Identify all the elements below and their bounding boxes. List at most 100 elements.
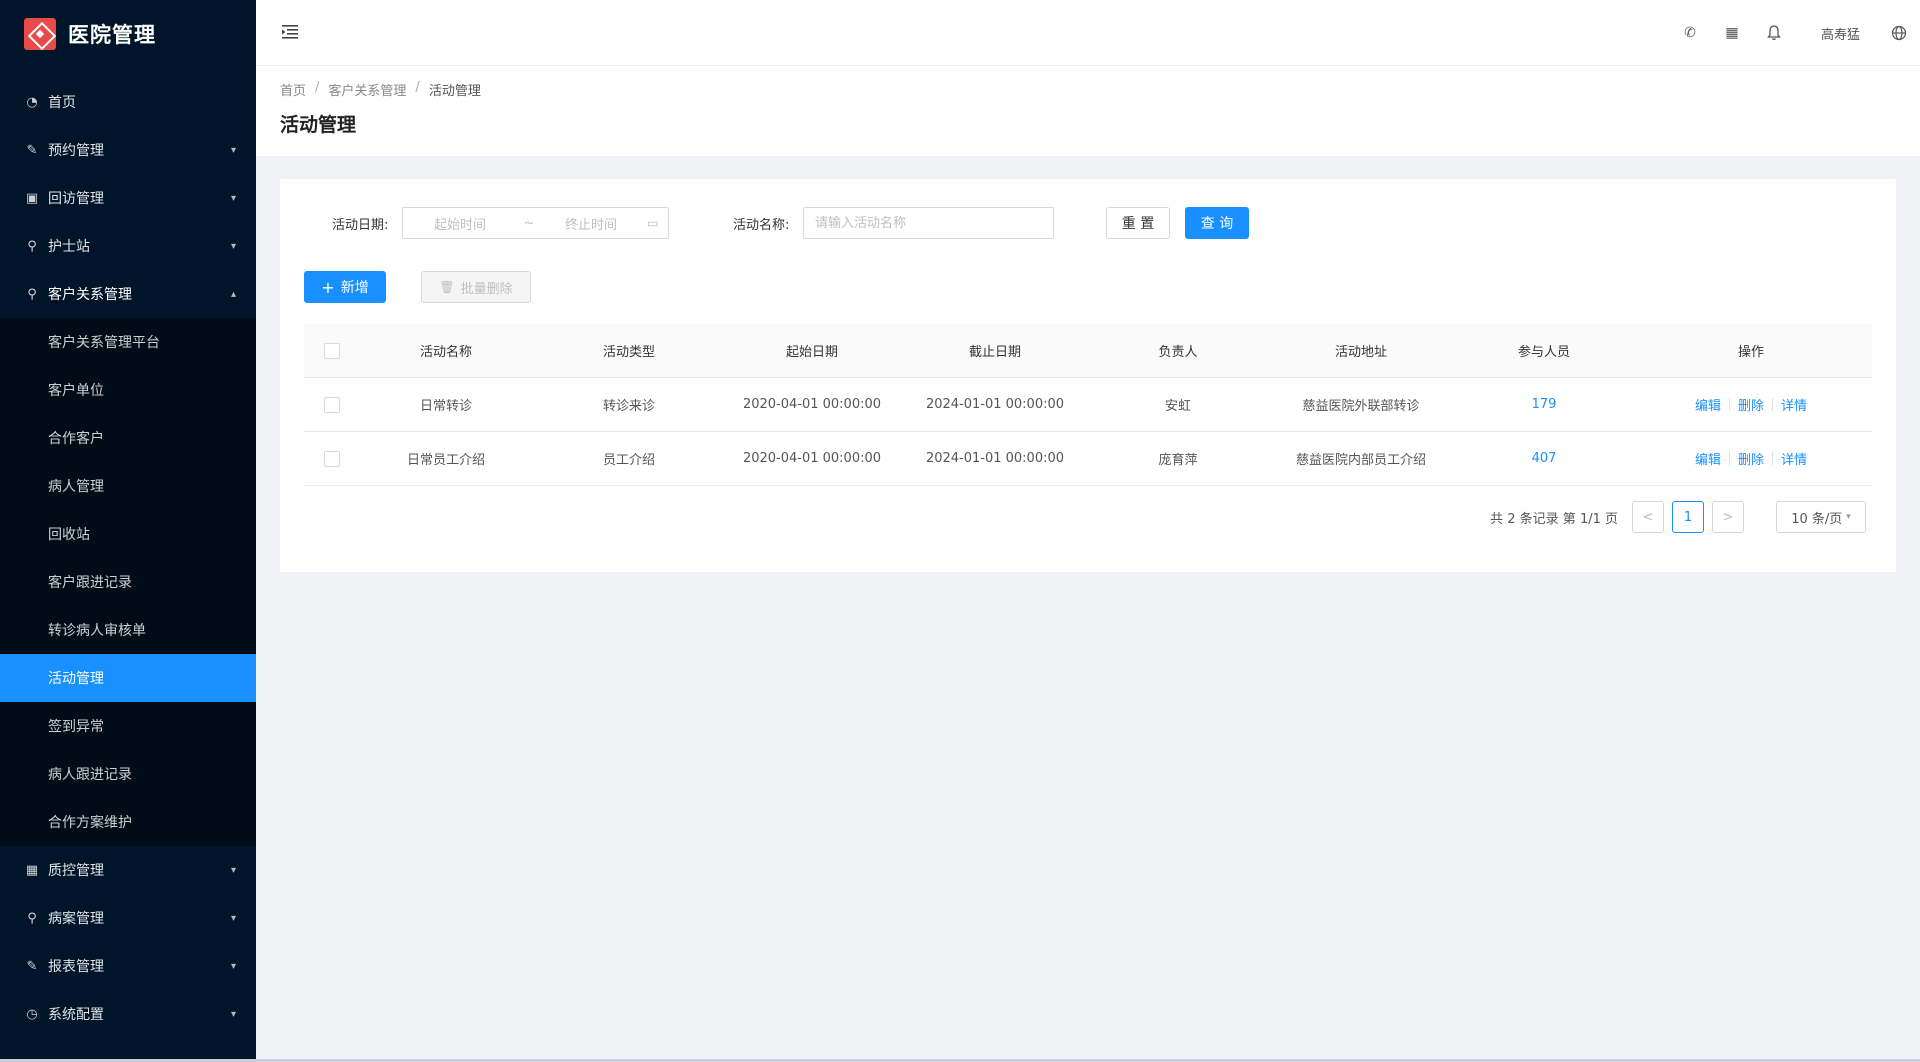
sidebar-menu: ◔ 首页 ✎ 预约管理 ▾ ▣ 回访管理 ▾ ⚲ 护士站 ▾ ⚲ 客户关系管理 … (0, 68, 256, 1038)
chevron-down-icon: ▾ (230, 192, 236, 204)
activity-name-cell: 日常转诊 (419, 399, 472, 414)
sidebar-item-label: 护士站 (48, 239, 90, 255)
submenu-item-client-unit[interactable]: 客户单位 (0, 366, 256, 414)
activity-name-cell: 日常员工介绍 (406, 453, 485, 468)
breadcrumb-home[interactable]: 首页 (280, 80, 306, 99)
page-size-value: 10 条/页 (1791, 511, 1843, 527)
edit-link[interactable]: 编辑 (1695, 395, 1721, 414)
submenu-item-partner-client[interactable]: 合作客户 (0, 414, 256, 462)
gauge-icon: ◷ (26, 1006, 38, 1022)
next-page-button[interactable]: > (1712, 501, 1744, 533)
hospital-logo-icon (24, 18, 56, 50)
apps-icon[interactable]: ▦ (1711, 0, 1753, 66)
start-date-input[interactable]: 起始时间 (403, 214, 517, 233)
sidebar-item-quality-control[interactable]: ▦ 质控管理 ▾ (0, 846, 256, 894)
submenu-item-patient-management[interactable]: 病人管理 (0, 462, 256, 510)
end-date-input[interactable]: 终止时间 (541, 214, 641, 233)
op-divider (1728, 452, 1730, 465)
name-filter-label: 活动名称: (733, 218, 790, 233)
submenu-item-activity-management[interactable]: 活动管理 (0, 654, 256, 702)
submenu-item-crm-platform[interactable]: 客户关系管理平台 (0, 318, 256, 366)
edit-icon: ✎ (26, 142, 38, 158)
page-number-button[interactable]: 1 (1672, 501, 1704, 533)
phone-icon[interactable]: ✆ (1669, 0, 1711, 66)
op-divider (1772, 452, 1773, 465)
calendar-icon: ▭ (647, 216, 659, 230)
submenu-item-checkin-exception[interactable]: 签到异常 (0, 702, 256, 750)
column-header: 起始日期 (785, 345, 838, 360)
breadcrumb-separator: / (415, 80, 420, 95)
logo[interactable]: 医院管理 (0, 0, 256, 68)
breadcrumb-crm[interactable]: 客户关系管理 (328, 80, 406, 99)
chevron-down-icon: ▾ (230, 912, 236, 924)
activity-type-cell: 员工介绍 (602, 453, 655, 468)
participants-link[interactable]: 179 (1458, 397, 1630, 412)
table-row: 日常转诊 转诊来诊 2020-04-01 00:00:00 2024-01-01… (304, 378, 1872, 432)
operations-cell: 编辑 删除 详情 (1630, 449, 1872, 468)
submenu-item-referral-review[interactable]: 转诊病人审核单 (0, 606, 256, 654)
select-all-checkbox[interactable] (324, 342, 340, 359)
sidebar-item-nurse-station[interactable]: ⚲ 护士站 ▾ (0, 222, 256, 270)
detail-link[interactable]: 详情 (1781, 449, 1807, 468)
delete-link[interactable]: 删除 (1738, 395, 1764, 414)
delete-link[interactable]: 删除 (1738, 449, 1764, 468)
submenu-item-cooperation-plan[interactable]: 合作方案维护 (0, 798, 256, 846)
start-date-cell: 2020-04-01 00:00:00 (742, 451, 882, 466)
breadcrumb: 首页 / 客户关系管理 / 活动管理 (280, 80, 481, 99)
sidebar-item-home[interactable]: ◔ 首页 (0, 78, 256, 126)
participants-link[interactable]: 407 (1458, 451, 1630, 466)
user-name[interactable]: 高寿猛 (1821, 24, 1860, 43)
date-filter-label: 活动日期: (332, 218, 389, 233)
top-header: ✆ ▦ 高寿猛 (256, 0, 1920, 66)
owner-cell: 庞育萍 (1158, 453, 1198, 468)
query-button[interactable]: 查 询 (1185, 207, 1249, 239)
page-title: 活动管理 (280, 114, 357, 136)
prev-page-button[interactable]: < (1632, 501, 1664, 533)
sidebar-item-followup[interactable]: ▣ 回访管理 ▾ (0, 174, 256, 222)
globe-icon[interactable] (1878, 0, 1920, 66)
sidebar-item-label: 系统配置 (48, 1007, 104, 1023)
plus-icon: + (321, 277, 335, 297)
activity-table: 活动名称 活动类型 起始日期 截止日期 负责人 活动地址 参与人员 操作 日常转… (304, 324, 1872, 486)
add-button[interactable]: + 新增 (304, 271, 386, 303)
submenu-item-patient-followup[interactable]: 病人跟进记录 (0, 750, 256, 798)
submenu-item-recycle-bin[interactable]: 回收站 (0, 510, 256, 558)
column-header: 活动名称 (419, 345, 472, 360)
edit-link[interactable]: 编辑 (1695, 449, 1721, 468)
column-header: 负责人 (1158, 345, 1198, 360)
column-header: 操作 (1737, 345, 1764, 360)
chevron-down-icon: ▾ (230, 240, 236, 252)
sidebar-item-appointment[interactable]: ✎ 预约管理 ▾ (0, 126, 256, 174)
column-header: 活动地址 (1334, 345, 1387, 360)
row-checkbox[interactable] (324, 396, 340, 413)
breadcrumb-separator: / (315, 80, 320, 95)
submenu-item-client-followup[interactable]: 客户跟进记录 (0, 558, 256, 606)
chevron-down-icon: ▾ (230, 960, 236, 972)
page-size-select[interactable]: 10 条/页 ▾ (1776, 501, 1866, 533)
sidebar-item-label: 回访管理 (48, 191, 104, 207)
row-checkbox-cell (304, 396, 360, 413)
activity-name-input[interactable] (803, 207, 1054, 239)
batch-delete-button[interactable]: 🗑 批量删除 (421, 271, 531, 303)
pagination-total: 共 2 条记录 第 1/1 页 (1490, 511, 1618, 527)
page-header: 首页 / 客户关系管理 / 活动管理 活动管理 (256, 66, 1920, 156)
table-header-row: 活动名称 活动类型 起始日期 截止日期 负责人 活动地址 参与人员 操作 (304, 324, 1872, 378)
header-checkbox-cell (304, 342, 360, 359)
date-range-picker[interactable]: 起始时间 ~ 终止时间 ▭ (402, 207, 669, 239)
sidebar-item-medical-records[interactable]: ⚲ 病案管理 ▾ (0, 894, 256, 942)
end-date-cell: 2024-01-01 00:00:00 (925, 397, 1065, 412)
add-button-label: 新增 (340, 280, 369, 296)
menu-fold-icon[interactable] (280, 22, 300, 42)
bell-icon[interactable] (1753, 0, 1795, 66)
reset-button[interactable]: 重 置 (1106, 207, 1170, 239)
breadcrumb-current: 活动管理 (428, 84, 481, 99)
row-checkbox-cell (304, 450, 360, 467)
detail-link[interactable]: 详情 (1781, 395, 1807, 414)
row-checkbox[interactable] (324, 450, 340, 467)
table-row: 日常员工介绍 员工介绍 2020-04-01 00:00:00 2024-01-… (304, 432, 1872, 486)
sidebar-item-crm[interactable]: ⚲ 客户关系管理 ▴ (0, 270, 256, 318)
user-icon: ⚲ (27, 910, 37, 926)
sidebar-item-reports[interactable]: ✎ 报表管理 ▾ (0, 942, 256, 990)
chevron-down-icon: ▾ (230, 864, 236, 876)
sidebar-item-system-config[interactable]: ◷ 系统配置 ▾ (0, 990, 256, 1038)
